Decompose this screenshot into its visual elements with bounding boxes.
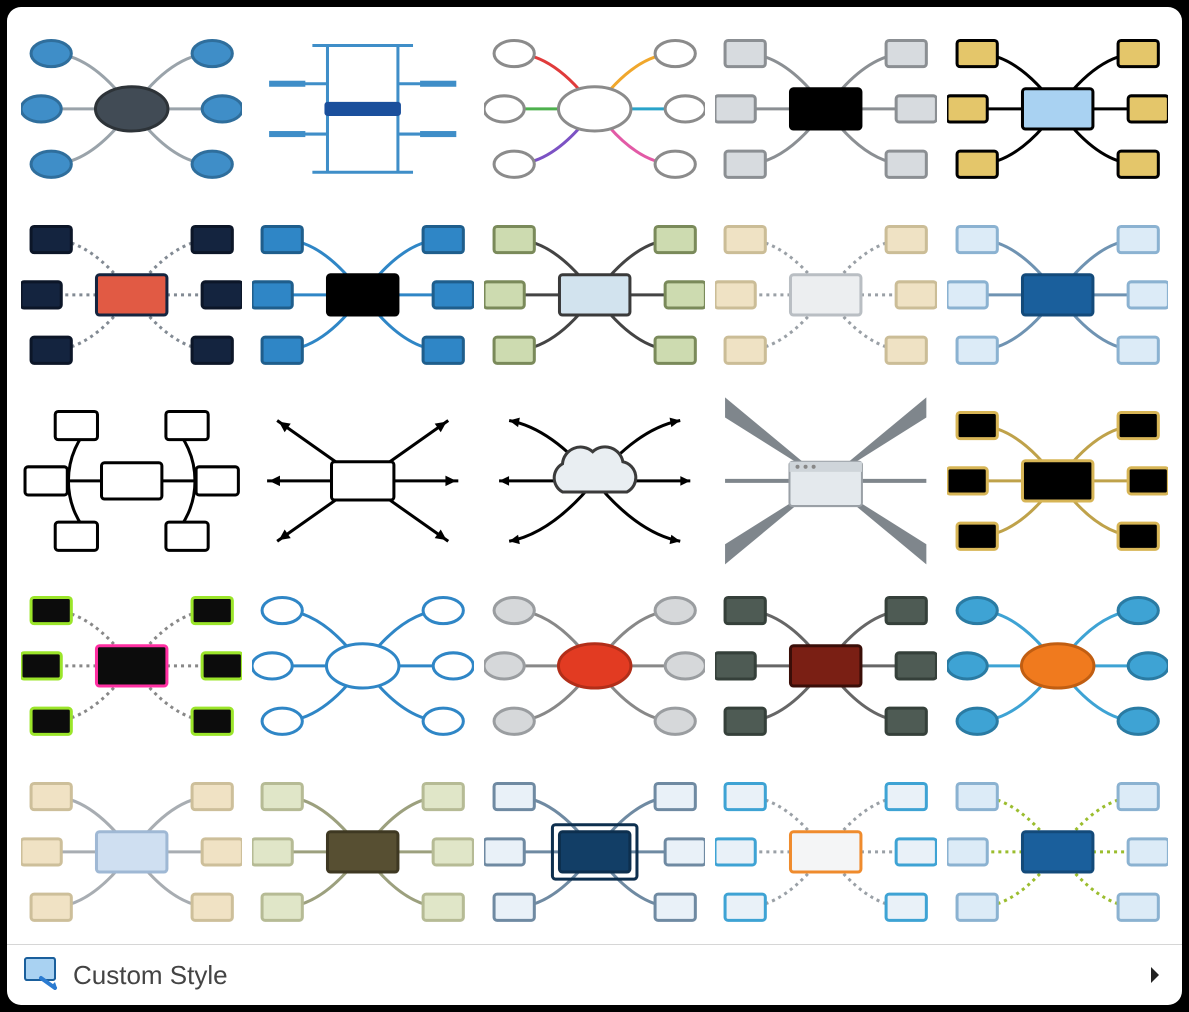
style-black-gold-border[interactable] xyxy=(947,393,1168,569)
style-tan-lightblue[interactable] xyxy=(21,764,242,940)
style-gold-blue-center[interactable] xyxy=(947,21,1168,197)
style-white-ovals-rainbow[interactable] xyxy=(484,21,705,197)
style-blue-lime-dotted[interactable] xyxy=(947,764,1168,940)
style-olive-brown-center[interactable] xyxy=(252,764,473,940)
style-cloud-arrows[interactable] xyxy=(484,393,705,569)
style-arrows-out[interactable] xyxy=(252,393,473,569)
style-olive-green[interactable] xyxy=(484,207,705,383)
style-light-blue-navy-center[interactable] xyxy=(947,207,1168,383)
chevron-right-icon xyxy=(1146,966,1164,984)
style-grey-red-oval[interactable] xyxy=(484,578,705,754)
style-picker-panel: Custom Style xyxy=(7,7,1182,1005)
style-blue-orange-border[interactable] xyxy=(715,764,936,940)
style-grey-black-center[interactable] xyxy=(715,21,936,197)
style-navy-orange-center[interactable] xyxy=(21,207,242,383)
custom-style-label: Custom Style xyxy=(73,960,228,991)
style-thin-blue-lines[interactable] xyxy=(252,21,473,197)
style-beige-dotted[interactable] xyxy=(715,207,936,383)
style-white-navy-inset[interactable] xyxy=(484,764,705,940)
style-white-arc[interactable] xyxy=(21,393,242,569)
style-blue-black-center[interactable] xyxy=(252,207,473,383)
style-grid xyxy=(7,7,1182,944)
style-cyan-orange-oval[interactable] xyxy=(947,578,1168,754)
style-black-lime-pink[interactable] xyxy=(21,578,242,754)
style-blue-ovals-dark-center[interactable] xyxy=(21,21,242,197)
style-window-spikes[interactable] xyxy=(715,393,936,569)
custom-style-footer[interactable]: Custom Style xyxy=(7,944,1182,1005)
style-blue-outline-ovals[interactable] xyxy=(252,578,473,754)
custom-style-icon xyxy=(23,954,59,997)
style-slate-maroon[interactable] xyxy=(715,578,936,754)
